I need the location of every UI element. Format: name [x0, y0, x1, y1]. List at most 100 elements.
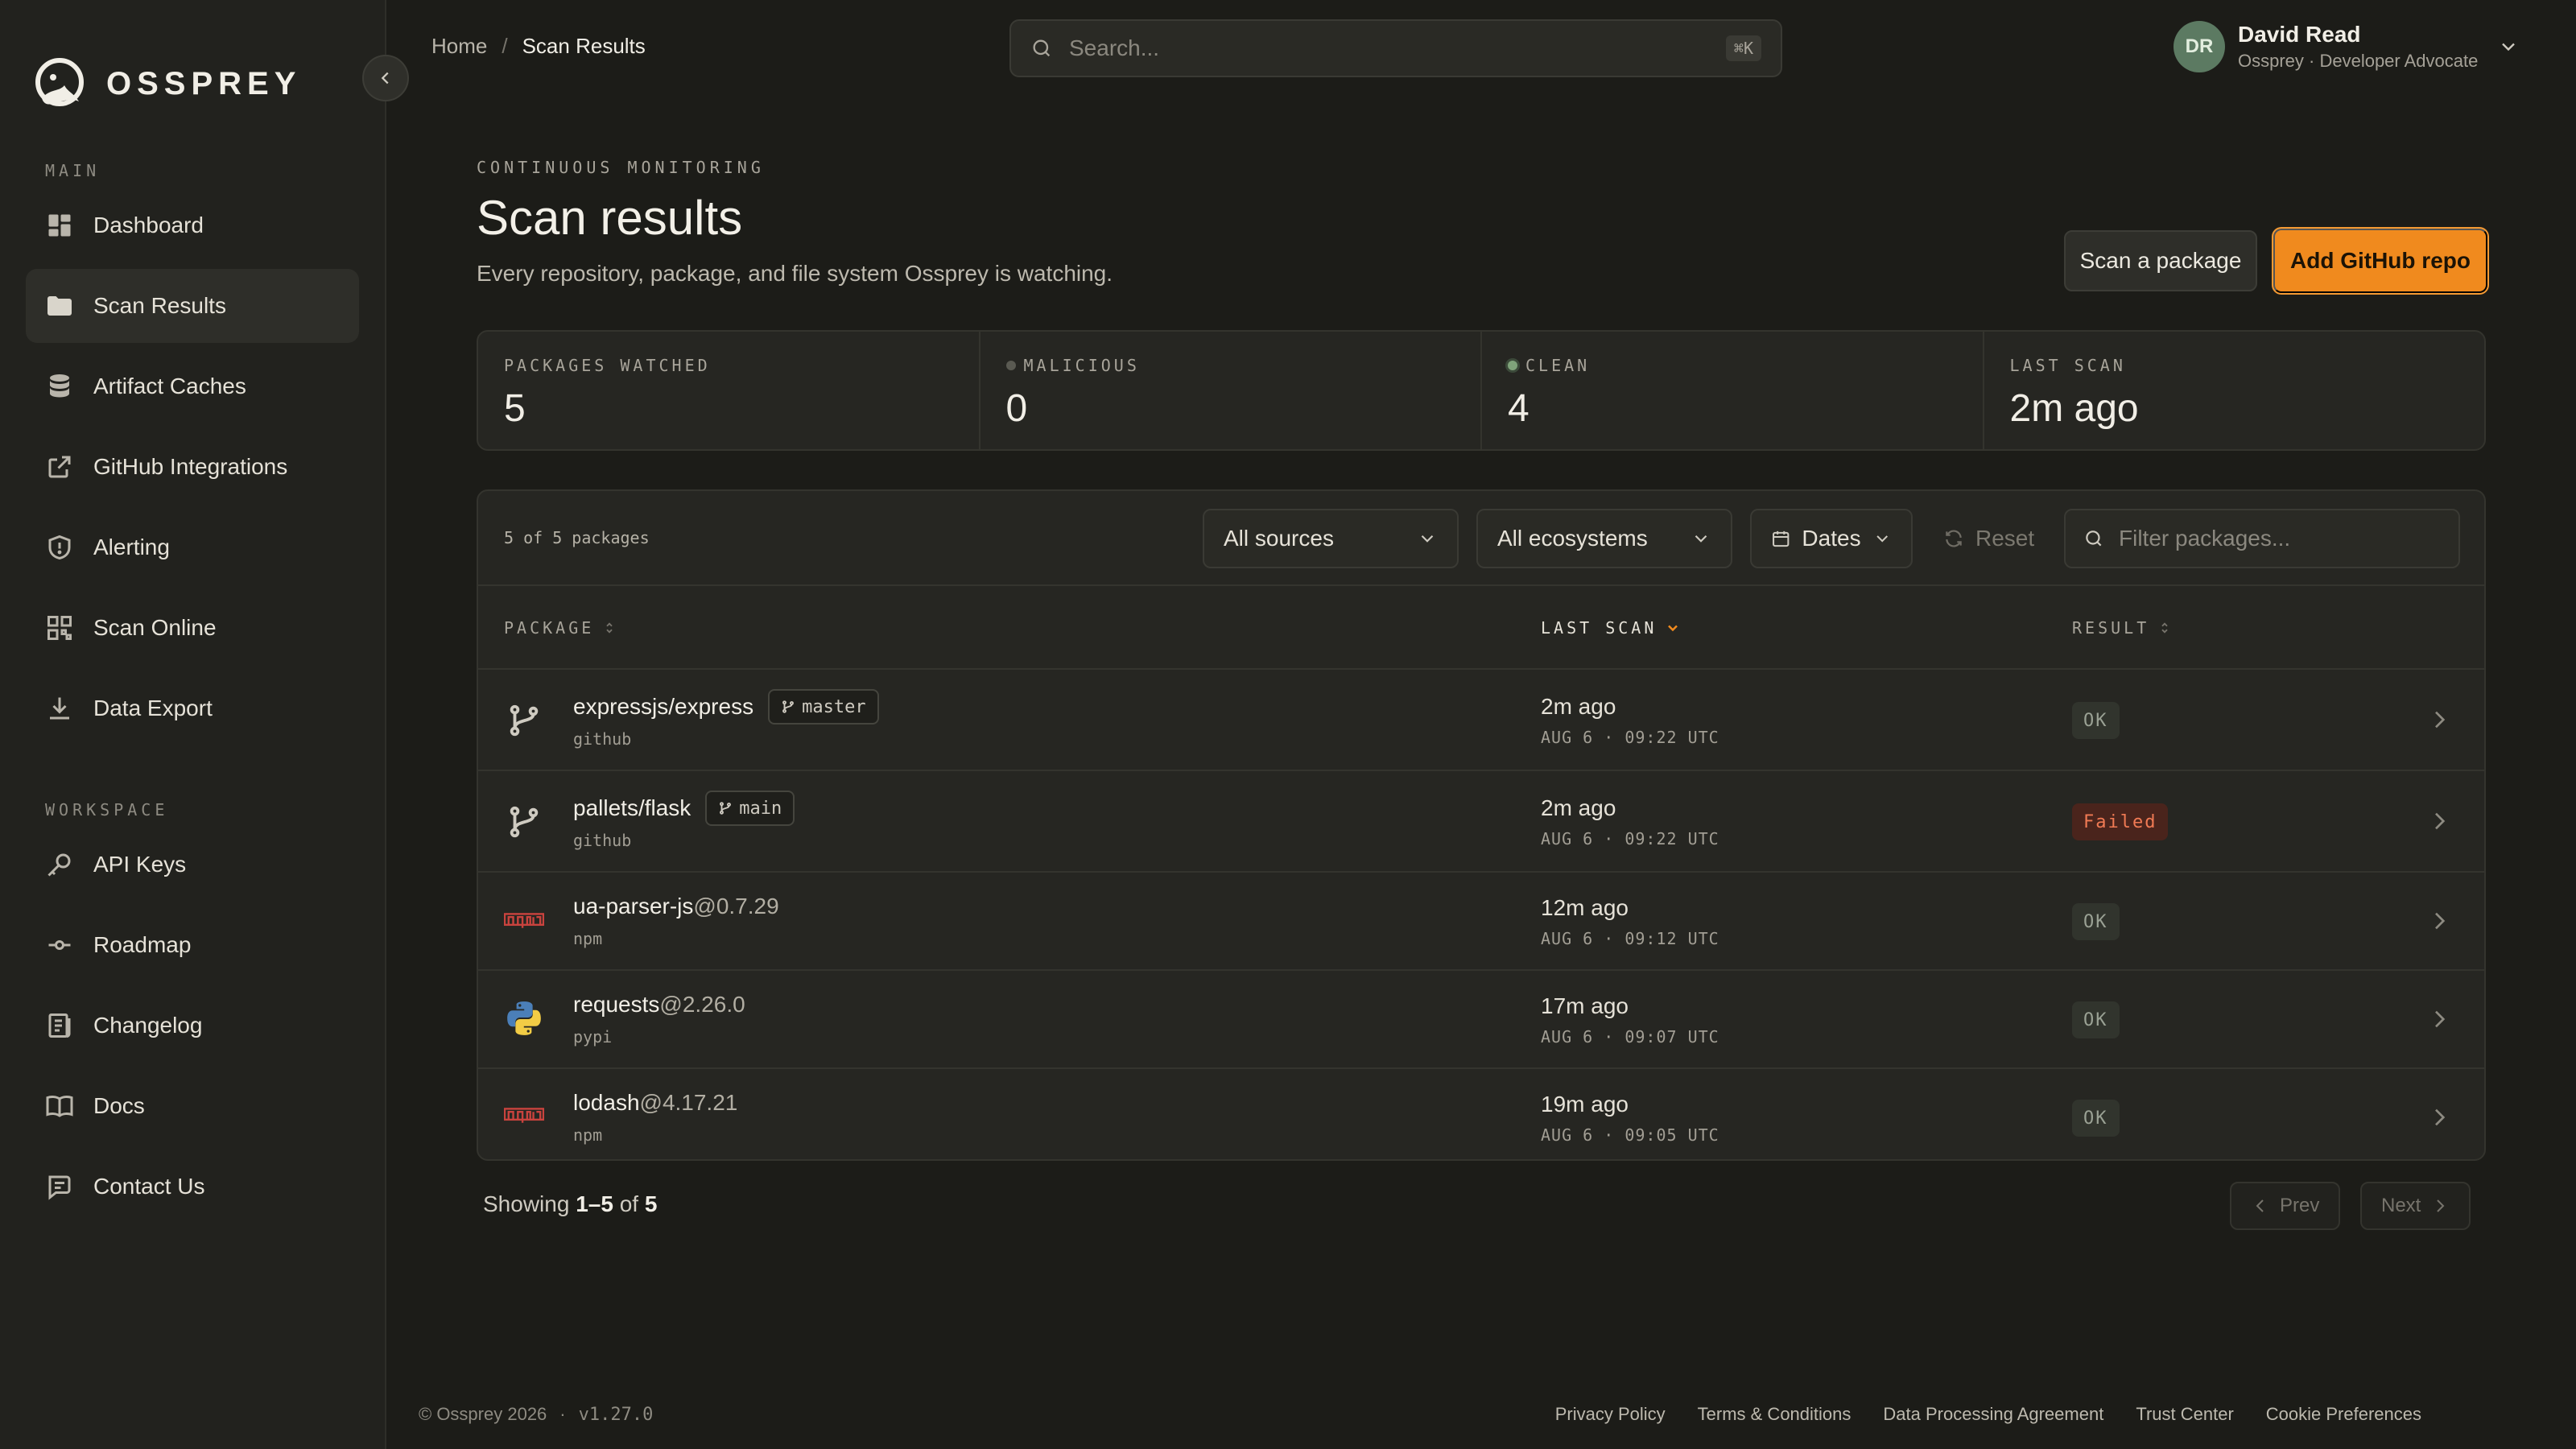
sidebar-item-changelog[interactable]: Changelog: [26, 989, 359, 1063]
status-badge: OK: [2072, 903, 2120, 940]
stat-value: 4: [1508, 387, 1530, 430]
brand-logo[interactable]: OSSPREY: [32, 56, 301, 111]
package-source: pypi: [573, 1027, 613, 1046]
prev-page-button[interactable]: Prev: [2230, 1182, 2341, 1230]
sidebar-item-label: Dashboard: [93, 213, 204, 237]
scan-timestamp: AUG 6 · 09:12 UTC: [1541, 929, 1719, 948]
sidebar-item-dashboard[interactable]: Dashboard: [26, 188, 359, 262]
sidebar-item-roadmap[interactable]: Roadmap: [26, 908, 359, 982]
footer-link-privacy-policy[interactable]: Privacy Policy: [1555, 1404, 1666, 1425]
table-row[interactable]: ua-parser-js @0.7.29 npm 12m ago AUG 6 · …: [478, 873, 2484, 971]
sidebar-item-data-export[interactable]: Data Export: [26, 671, 359, 745]
footer-link-terms[interactable]: Terms & Conditions: [1698, 1404, 1852, 1425]
table-toolbar: 5 of 5 packages All sources All ecosyste…: [478, 491, 2484, 586]
sort-icon: [606, 622, 613, 634]
package-name-text: requests: [573, 992, 660, 1017]
breadcrumb: Home / Scan Results: [431, 34, 646, 59]
package-name-text: expressjs/express: [573, 694, 754, 719]
global-search[interactable]: ⌘K: [1009, 19, 1782, 77]
chevron-right-icon: [2435, 711, 2446, 729]
breadcrumb-home[interactable]: Home: [431, 34, 487, 59]
column-header-result[interactable]: RESULT: [2072, 618, 2172, 638]
package-name-text: pallets/flask: [573, 795, 691, 820]
sidebar-item-scan-results[interactable]: Scan Results: [26, 269, 359, 343]
package-name: expressjs/express master: [573, 689, 879, 724]
table-row[interactable]: lodash @4.17.21 npm 19m ago AUG 6 · 09:05…: [478, 1069, 2484, 1159]
sidebar-item-scan-online[interactable]: Scan Online: [26, 591, 359, 665]
add-github-repo-button[interactable]: Add GitHub repo: [2273, 229, 2487, 293]
sidebar-item-alerting[interactable]: Alerting: [26, 510, 359, 584]
page-title: Scan results: [477, 191, 743, 245]
table-row[interactable]: pallets/flask main github 2m ago AUG 6 ·…: [478, 771, 2484, 873]
next-page-button[interactable]: Next: [2360, 1182, 2471, 1230]
footer-link-cookie-preferences[interactable]: Cookie Preferences: [2266, 1404, 2421, 1425]
chat-icon: [48, 1175, 71, 1200]
scan-package-button[interactable]: Scan a package: [2064, 230, 2257, 291]
status-dot: [1005, 361, 1016, 370]
search-input[interactable]: [1069, 35, 1726, 61]
sidebar-item-label: Scan Results: [93, 293, 226, 318]
column-header-package[interactable]: PACKAGE: [504, 618, 617, 638]
package-name: lodash @4.17.21: [573, 1090, 737, 1116]
key-icon: [47, 853, 71, 877]
changelog-icon: [48, 1013, 71, 1038]
roadmap-icon: [48, 940, 71, 950]
sort-desc-icon: [1668, 625, 1678, 632]
app-version: v1.27.0: [578, 1404, 654, 1425]
branch-name: main: [739, 798, 782, 819]
git-branch-icon: [782, 700, 795, 713]
reset-label: Reset: [1975, 526, 2035, 551]
sidebar-item-artifact-caches[interactable]: Artifact Caches: [26, 349, 359, 423]
sidebar-item-label: API Keys: [93, 852, 187, 877]
package-version: @4.17.21: [639, 1090, 738, 1115]
breadcrumb-separator: /: [502, 34, 508, 58]
stat-last-scan: LAST SCAN 2m ago: [1984, 332, 2485, 449]
package-filter[interactable]: [2064, 509, 2460, 568]
stat-label: CLEAN: [1525, 356, 1591, 375]
footer-link-dpa[interactable]: Data Processing Agreement: [1883, 1404, 2103, 1425]
git-branch-icon: [504, 700, 544, 741]
avatar: DR: [2174, 21, 2225, 72]
prev-label: Prev: [2280, 1195, 2320, 1216]
sidebar: OSSPREY MAIN Dashboard Scan Results Arti…: [0, 0, 386, 1449]
stat-malicious: MALICIOUS 0: [980, 332, 1482, 449]
chevron-down-icon: [2502, 43, 2516, 52]
page-subtitle: Every repository, package, and file syst…: [477, 261, 1113, 286]
column-header-last-scan[interactable]: LAST SCAN: [1541, 618, 1681, 638]
footer-link-trust-center[interactable]: Trust Center: [2136, 1404, 2233, 1425]
user-menu[interactable]: DR David Read Ossprey · Developer Advoca…: [2174, 21, 2520, 72]
package-source: npm: [573, 929, 603, 948]
table-row[interactable]: requests @2.26.0 pypi 17m ago AUG 6 · 09:…: [478, 971, 2484, 1069]
download-icon: [50, 697, 69, 720]
package-source: github: [573, 729, 632, 749]
search-icon: [1033, 39, 1051, 57]
stat-label: PACKAGES WATCHED: [504, 356, 711, 375]
dropdown-value: Dates: [1802, 526, 1861, 551]
stat-value: 0: [1005, 387, 1028, 430]
table-row[interactable]: expressjs/express master github 2m ago A…: [478, 670, 2484, 771]
status-badge: OK: [2072, 1100, 2120, 1137]
book-icon: [46, 1096, 73, 1117]
sidebar-collapse-button[interactable]: [362, 55, 409, 101]
dates-dropdown[interactable]: Dates: [1750, 509, 1913, 568]
sidebar-item-docs[interactable]: Docs: [26, 1069, 359, 1143]
package-version: @0.7.29: [693, 894, 779, 919]
chevron-right-icon: [2435, 912, 2446, 930]
page-eyebrow: CONTINUOUS MONITORING: [477, 158, 765, 177]
status-badge: Failed: [2072, 803, 2169, 840]
chevron-right-icon: [2435, 1010, 2446, 1028]
scan-timestamp: AUG 6 · 09:07 UTC: [1541, 1027, 1719, 1046]
user-subtitle: Ossprey · Developer Advocate: [2238, 51, 2479, 71]
reset-filters-button[interactable]: Reset: [1943, 509, 2034, 568]
sources-dropdown[interactable]: All sources: [1203, 509, 1459, 568]
filter-packages-input[interactable]: [2119, 526, 2441, 551]
refresh-icon: [1946, 530, 1962, 547]
scan-relative-time: 17m ago: [1541, 993, 1629, 1018]
sidebar-item-contact-us[interactable]: Contact Us: [26, 1150, 359, 1224]
sidebar-item-label: Changelog: [93, 1013, 203, 1038]
stat-label: LAST SCAN: [2009, 356, 2126, 375]
chevron-right-icon: [2437, 1199, 2445, 1212]
ecosystems-dropdown[interactable]: All ecosystems: [1476, 509, 1732, 568]
sidebar-item-github-integrations[interactable]: GitHub Integrations: [26, 430, 359, 504]
sidebar-item-api-keys[interactable]: API Keys: [26, 828, 359, 902]
